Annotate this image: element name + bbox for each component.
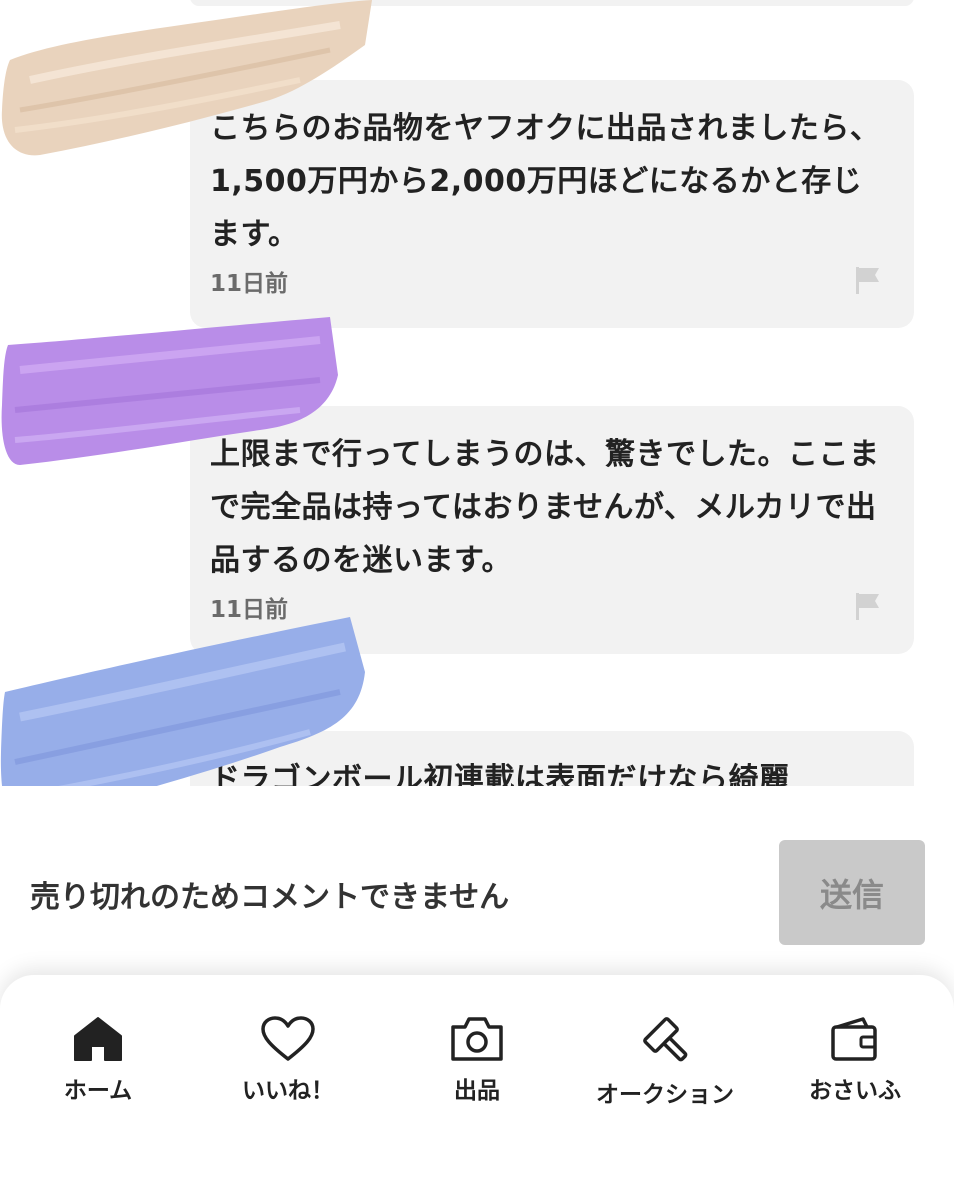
tab-label: ホーム [63, 1078, 133, 1104]
tab-likes[interactable]: いいね！ [193, 1015, 383, 1105]
comment-bubble: ドラゴンボール初連載は表面だけなら綺麗 [190, 731, 914, 786]
comment-text: ドラゴンボール初連載は表面だけなら綺麗 [210, 762, 790, 786]
tab-label: 出品 [454, 1078, 500, 1104]
flag-icon[interactable] [854, 590, 882, 622]
wallet-icon [831, 1017, 877, 1061]
tab-label: オークション [596, 1082, 734, 1108]
tab-label: おさいふ [809, 1078, 901, 1104]
camera-icon [451, 1017, 503, 1061]
comment-bubble: こちらのお品物をヤフオクに出品されましたら、1,500万円から2,000万円ほど… [190, 80, 914, 328]
comment-time: 11日前 [210, 271, 289, 297]
tab-home[interactable]: ホーム [3, 1015, 193, 1105]
tab-wallet[interactable]: おさいふ [760, 1015, 950, 1105]
comment-input-bar: 売り切れのためコメントできません 送信 [0, 786, 954, 976]
comment-text: 上限まで行ってしまうのは、驚きでした。ここまで完全品は持ってはおりませんが、メル… [210, 437, 880, 578]
comment-disabled-message: 売り切れのためコメントできません [30, 880, 510, 915]
heart-icon [261, 1016, 315, 1061]
send-button[interactable]: 送信 [779, 840, 925, 945]
comment-text: こちらのお品物をヤフオクに出品されましたら、1,500万円から2,000万円ほど… [210, 111, 881, 252]
bottom-tab-bar: ホーム いいね！ 出品 オークション おさいふ [0, 975, 954, 1200]
tab-label: いいね！ [242, 1078, 334, 1104]
comment-time: 11日前 [210, 597, 289, 623]
flag-icon[interactable] [854, 264, 882, 296]
tab-sell[interactable]: 出品 [382, 1015, 572, 1105]
gavel-icon [643, 1017, 688, 1062]
tab-auction[interactable]: オークション [570, 1015, 760, 1108]
comment-bubble: 上限まで行ってしまうのは、驚きでした。ここまで完全品は持ってはおりませんが、メル… [190, 406, 914, 654]
home-icon [74, 1017, 122, 1061]
comment-list[interactable]: こちらのお品物をヤフオクに出品されましたら、1,500万円から2,000万円ほど… [0, 0, 954, 786]
